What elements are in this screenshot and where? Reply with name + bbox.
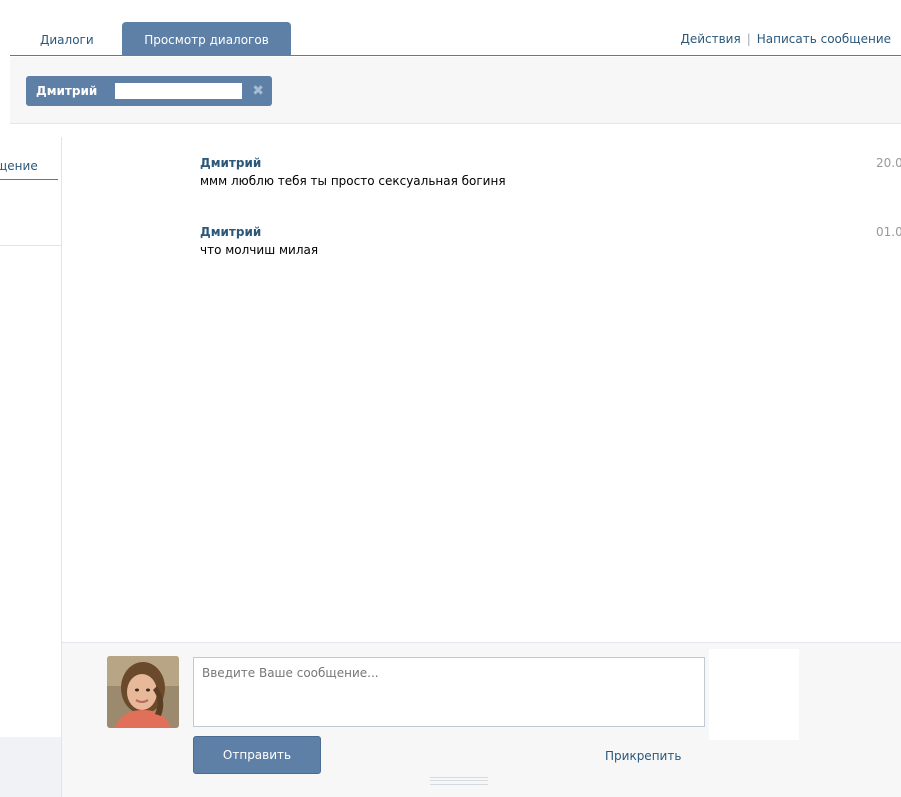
- message-item: Дмитрий ммм люблю тебя ты просто сексуал…: [200, 154, 901, 190]
- remove-recipient-icon[interactable]: ✖: [252, 76, 264, 106]
- recipient-name: Дмитрий: [36, 84, 98, 98]
- attach-link[interactable]: Прикрепить: [605, 749, 681, 763]
- avatar[interactable]: [107, 656, 179, 728]
- compose-panel: Отправить Прикрепить: [62, 642, 901, 797]
- tab-view-dialogs[interactable]: Просмотр диалогов: [122, 22, 291, 56]
- write-message-link[interactable]: Написать сообщение: [757, 32, 891, 46]
- attachment-preview: [709, 649, 799, 740]
- message-text: что молчиш милая: [200, 243, 319, 257]
- recipient-token[interactable]: Дмитрий ✖: [26, 76, 272, 106]
- messages-page: Диалоги Просмотр диалогов Действия | Напис…: [0, 0, 901, 797]
- avatar-photo-icon: [107, 656, 179, 728]
- tab-bar: Диалоги Просмотр диалогов Действия | Напис…: [10, 0, 901, 56]
- sidebar-partial: щение: [0, 137, 62, 797]
- resize-handle[interactable]: [430, 777, 488, 785]
- header-separator: |: [746, 32, 751, 46]
- message-input[interactable]: [193, 657, 705, 727]
- sidebar-underline: [0, 179, 58, 180]
- message-date: 20.04.11: [876, 156, 901, 170]
- actions-link[interactable]: Действия: [680, 32, 740, 46]
- sidebar-cut-label[interactable]: щение: [0, 159, 38, 173]
- sidebar-bottom-panel: [0, 737, 61, 797]
- recipient-redacted-field: [115, 83, 242, 99]
- message-author[interactable]: Дмитрий: [200, 154, 820, 172]
- tab-dialogs[interactable]: Диалоги: [28, 22, 106, 56]
- sidebar-divider: [0, 245, 61, 246]
- message-date: 01.05.11: [876, 225, 901, 239]
- recipient-filter-bar: Дмитрий ✖: [10, 57, 901, 124]
- message-author[interactable]: Дмитрий: [200, 223, 820, 241]
- header-actions: Действия | Написать сообщение: [680, 32, 891, 46]
- message-list: Дмитрий ммм люблю тебя ты просто сексуал…: [62, 137, 901, 642]
- message-item: Дмитрий что молчиш милая 01.05.11: [200, 223, 901, 259]
- send-button[interactable]: Отправить: [193, 736, 321, 774]
- message-text: ммм люблю тебя ты просто сексуальная бог…: [200, 174, 506, 188]
